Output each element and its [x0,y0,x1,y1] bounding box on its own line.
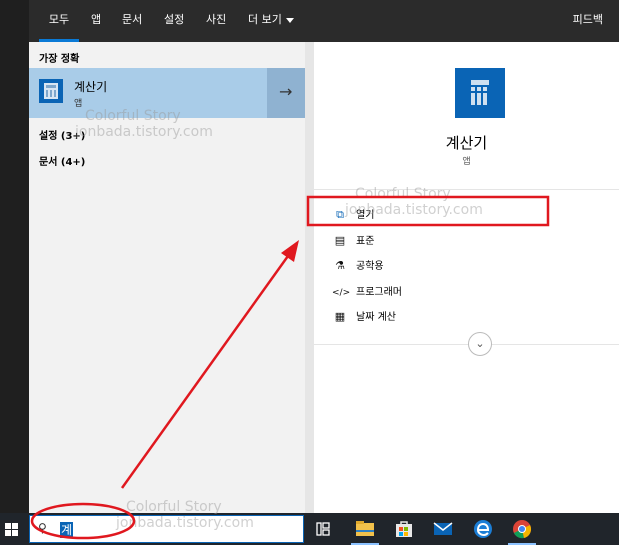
task-view-icon[interactable] [311,517,335,541]
feedback-button[interactable]: 피드백 [573,0,603,40]
code-icon: </> [332,288,351,298]
tab-more[interactable]: 더 보기 [248,0,294,42]
detail-subtitle: 앱 [462,157,471,167]
chevron-down-icon [285,17,294,23]
file-explorer-icon[interactable] [353,517,377,541]
detail-title: 계산기 [445,134,488,152]
calculator-icon [455,68,505,118]
watermark-line2: jonbada.tistory.com [345,202,483,218]
chevron-down-icon: ⌄ [475,337,485,350]
flask-icon: ⚗ [335,259,345,272]
search-icon: ⚲ [38,521,47,535]
tab-all[interactable]: 모두 [39,0,79,42]
watermark-line1: Colorful Story [355,186,451,202]
action-programmer-label: 프로그래머 [356,287,402,298]
tab-settings-label: 설정 [164,13,185,26]
search-scope-tabs: 모두 앱 문서 설정 사진 더 보기 피드백 [29,0,619,42]
watermark: Colorful Story jonbada.tistory.com [345,186,483,218]
mail-icon[interactable] [431,517,455,541]
tab-apps-label: 앱 [91,13,102,26]
action-programmer[interactable]: </> 프로그래머 [332,283,402,303]
watermark-line1: Colorful Story [85,108,181,124]
watermark: Colorful Story jonbada.tistory.com [75,108,213,140]
calculator-icon [39,79,63,103]
arrow-right-icon: → [279,82,293,101]
chrome-icon[interactable] [510,517,534,541]
tab-documents[interactable]: 문서 [122,0,142,42]
expand-button[interactable]: ⌄ [468,332,492,356]
action-standard-label: 표준 [356,236,375,247]
results-group-documents[interactable]: 문서 (4+) [39,153,85,168]
watermark-line2: jonbada.tistory.com [75,124,213,140]
start-button[interactable] [0,513,29,545]
taskbar: ⚲ 계 [0,513,619,545]
action-standard[interactable]: ▤ 표준 [332,232,375,252]
best-match-heading: 가장 정확 [39,54,80,65]
tab-photos[interactable]: 사진 [206,0,226,42]
tab-settings[interactable]: 설정 [164,0,184,42]
action-scientific[interactable]: ⚗ 공학용 [332,257,384,277]
tab-documents-label: 문서 [122,13,143,26]
watermark: Colorful Story jonbada.tistory.com [116,499,254,531]
tab-photos-label: 사진 [206,13,227,26]
calendar-icon: ▦ [334,310,346,323]
action-scientific-label: 공학용 [356,261,384,272]
store-icon[interactable] [392,517,416,541]
panel-divider [305,42,314,513]
tab-apps[interactable]: 앱 [91,0,101,42]
edge-icon[interactable] [471,517,495,541]
action-date-calculation[interactable]: ▦ 날짜 계산 [332,308,396,328]
tab-more-label: 더 보기 [248,13,282,26]
windows-start-icon [5,523,18,536]
tab-all-label: 모두 [48,13,70,26]
left-edge [0,0,29,513]
action-date-calculation-label: 날짜 계산 [356,312,396,323]
watermark-line2: jonbada.tistory.com [116,515,254,531]
calculator-icon: ▤ [334,234,346,247]
open-details-button[interactable]: → [267,68,305,118]
watermark-line1: Colorful Story [126,499,222,515]
detail-panel: 계산기 앱 ⧉ 열기 ▤ 표준 ⚗ 공학용 </> 프로그래머 ▦ 날짜 계산 ⌄ [314,42,619,513]
search-input[interactable]: 계 [60,522,74,538]
divider [314,344,619,345]
best-match-title: 계산기 [74,80,108,94]
